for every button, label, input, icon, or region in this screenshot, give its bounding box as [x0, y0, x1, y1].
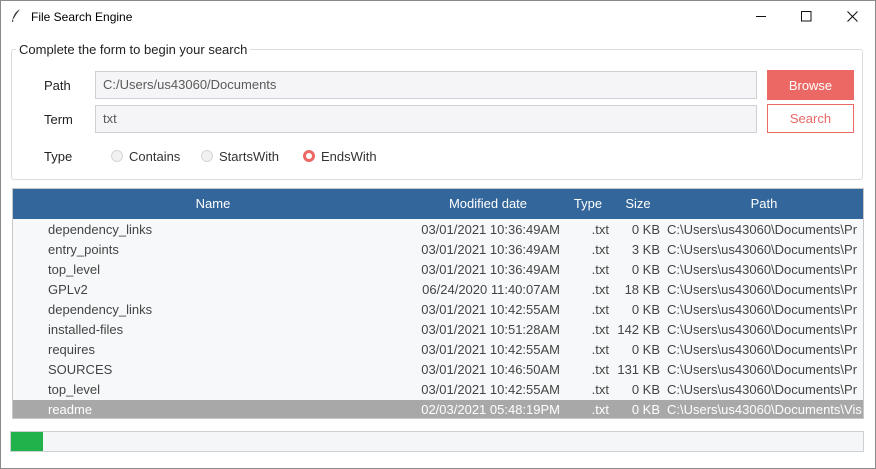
cell-size: 131 KB	[617, 362, 660, 377]
path-label: Path	[44, 78, 71, 93]
table-row[interactable]: requires 03/01/2021 10:42:55AM .txt 0 KB C:\…	[13, 340, 863, 360]
cell-date: 03/01/2021 10:51:28AM	[421, 322, 560, 337]
cell-date: 03/01/2021 10:42:55AM	[421, 302, 560, 317]
table-row[interactable]: GPLv2 06/24/2020 11:40:07AM .txt 18 KB C:\Us…	[13, 280, 863, 300]
cell-name: top_level	[48, 382, 101, 397]
cell-date: 02/03/2021 05:48:19PM	[421, 402, 560, 417]
table-row[interactable]: installed-files 03/01/2021 10:51:28AM .txt…	[13, 320, 863, 340]
cell-size: 0 KB	[631, 302, 660, 317]
table-row[interactable]: entry_points 03/01/2021 10:36:49AM .txt 3 K…	[13, 240, 863, 260]
cell-name: SOURCES	[48, 362, 113, 377]
term-input[interactable]: txt	[95, 105, 757, 133]
progress-fill	[11, 432, 43, 451]
radio-label: EndsWith	[321, 148, 377, 164]
cell-name: installed-files	[48, 322, 124, 337]
cell-path: C:\Users\us43060\Documents\Pr	[667, 242, 858, 257]
radio-contains[interactable]: Contains	[111, 148, 180, 164]
minimize-icon	[756, 11, 767, 22]
cell-type: .txt	[591, 342, 609, 357]
cell-path: C:\Users\us43060\Documents\Pr	[667, 322, 858, 337]
cell-type: .txt	[591, 242, 609, 257]
cell-name: entry_points	[48, 242, 119, 257]
window-title: File Search Engine	[31, 10, 133, 24]
column-header-name[interactable]: Name	[13, 189, 413, 219]
cell-size: 0 KB	[631, 342, 660, 357]
search-button[interactable]: Search	[767, 104, 854, 133]
cell-name: dependency_links	[48, 222, 153, 237]
cell-path: C:\Users\us43060\Documents\Pr	[667, 222, 858, 237]
cell-path: C:\Users\us43060\Documents\Pr	[667, 302, 858, 317]
cell-type: .txt	[591, 382, 609, 397]
cell-type: .txt	[591, 222, 609, 237]
cell-date: 06/24/2020 11:40:07AM	[422, 282, 560, 297]
title-bar[interactable]: File Search Engine	[1, 1, 875, 32]
cell-size: 0 KB	[631, 382, 660, 397]
radio-unchecked-icon[interactable]	[201, 150, 213, 162]
radio-startswith[interactable]: StartsWith	[201, 148, 279, 164]
cell-date: 03/01/2021 10:42:55AM	[421, 342, 560, 357]
cell-size: 142 KB	[617, 322, 660, 337]
path-input[interactable]: C:/Users/us43060/Documents	[95, 71, 757, 99]
table-row[interactable]: SOURCES 03/01/2021 10:46:50AM .txt 131 KB C:…	[13, 360, 863, 380]
cell-size: 0 KB	[631, 262, 660, 277]
cell-type: .txt	[591, 302, 609, 317]
radio-label: Contains	[129, 148, 181, 164]
feather-icon	[10, 8, 22, 24]
results-table: Name Modified date Type Size Path depend…	[12, 188, 864, 419]
radio-label: StartsWith	[219, 148, 279, 164]
table-row[interactable]: dependency_links 03/01/2021 10:36:49AM .tx…	[13, 220, 863, 240]
cell-path: C:\Users\us43060\Documents\Pr	[667, 282, 858, 297]
cell-name: top_level	[48, 262, 101, 277]
table-row[interactable]: top_level 03/01/2021 10:42:55AM .txt 0 KB C:…	[13, 380, 863, 400]
maximize-button[interactable]	[784, 1, 829, 32]
cell-size: 0 KB	[631, 222, 660, 237]
cell-name: readme	[48, 402, 93, 417]
close-button[interactable]	[830, 1, 875, 32]
cell-type: .txt	[591, 362, 609, 377]
table-row[interactable]: dependency_links 03/01/2021 10:42:55AM .tx…	[13, 300, 863, 320]
cell-date: 03/01/2021 10:36:49AM	[421, 242, 560, 257]
column-header-type[interactable]: Type	[563, 189, 613, 219]
cell-type: .txt	[591, 402, 609, 417]
cell-path: C:\Users\us43060\Documents\Pr	[667, 362, 858, 377]
column-header-path[interactable]: Path	[663, 189, 863, 219]
table-header: Name Modified date Type Size Path	[13, 189, 863, 219]
cell-type: .txt	[591, 262, 609, 277]
type-label: Type	[44, 149, 73, 164]
radio-endswith[interactable]: EndsWith	[303, 148, 377, 164]
radio-checked-icon[interactable]	[303, 150, 315, 162]
cell-path: C:\Users\us43060\Documents\Pr	[667, 262, 858, 277]
column-header-modified-date[interactable]: Modified date	[413, 189, 563, 219]
progress-bar	[10, 431, 864, 452]
cell-name: dependency_links	[48, 302, 153, 317]
browse-button[interactable]: Browse	[767, 70, 854, 100]
cell-name: GPLv2	[48, 282, 88, 297]
cell-size: 0 KB	[631, 402, 660, 417]
cell-type: .txt	[591, 282, 609, 297]
cell-size: 3 KB	[631, 242, 660, 257]
table-row[interactable]: top_level 03/01/2021 10:36:49AM .txt 0 KB C:…	[13, 260, 863, 280]
cell-path: C:\Users\us43060\Documents\Vis	[667, 402, 862, 417]
close-icon	[847, 11, 858, 22]
minimize-button[interactable]	[739, 1, 784, 32]
cell-date: 03/01/2021 10:36:49AM	[421, 222, 560, 237]
cell-path: C:\Users\us43060\Documents\Pr	[667, 382, 858, 397]
cell-type: .txt	[591, 322, 609, 337]
column-header-size[interactable]: Size	[613, 189, 663, 219]
cell-size: 18 KB	[624, 282, 660, 297]
cell-date: 03/01/2021 10:42:55AM	[421, 382, 560, 397]
table-row[interactable]: readme 02/03/2021 05:48:19PM .txt 0 KB C:\Us…	[13, 400, 863, 418]
maximize-icon	[801, 11, 812, 22]
cell-date: 03/01/2021 10:46:50AM	[421, 362, 560, 377]
cell-date: 03/01/2021 10:36:49AM	[421, 262, 560, 277]
radio-unchecked-icon[interactable]	[111, 150, 123, 162]
cell-path: C:\Users\us43060\Documents\Pr	[667, 342, 858, 357]
cell-name: requires	[48, 342, 95, 357]
term-label: Term	[44, 112, 73, 127]
form-legend: Complete the form to begin your search	[19, 42, 248, 57]
